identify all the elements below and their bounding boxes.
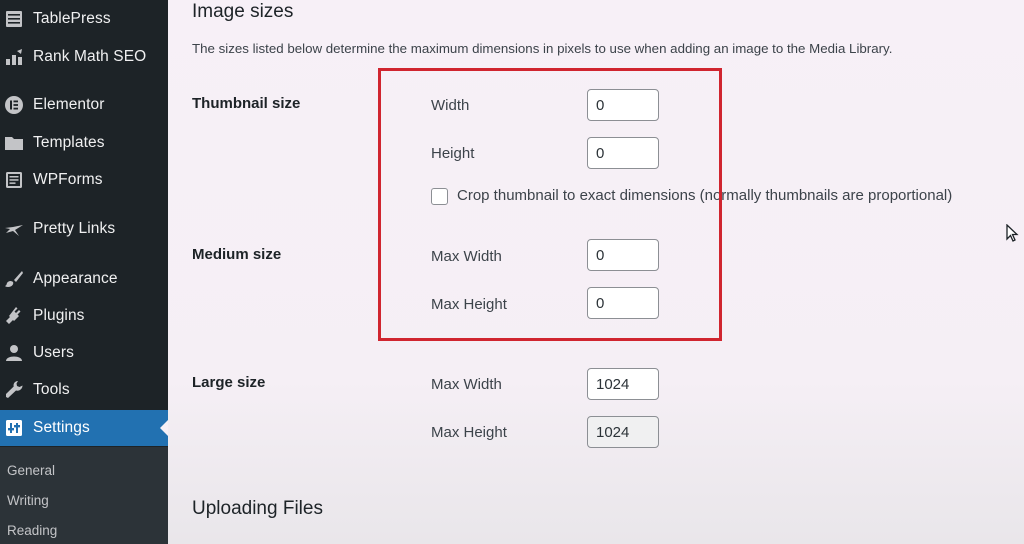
uploading-files-heading: Uploading Files [192, 498, 323, 519]
highlight-annotation-box [378, 68, 722, 341]
star-icon [3, 218, 25, 240]
sidebar-item-pretty-links[interactable]: Pretty Links [0, 211, 168, 247]
user-icon [3, 342, 25, 364]
sidebar-item-settings[interactable]: Settings [0, 410, 168, 446]
plug-icon [3, 305, 25, 327]
active-indicator-arrow [160, 420, 168, 436]
admin-sidebar: TablePress Rank Math SEO Elementor Templ… [0, 0, 168, 544]
wrench-icon [3, 379, 25, 401]
sidebar-item-label: Rank Math SEO [33, 48, 147, 65]
thumbnail-size-label: Thumbnail size [192, 95, 301, 112]
wpforms-icon [3, 169, 25, 191]
settings-main: Image sizes The sizes listed below deter… [168, 0, 1024, 544]
rank-math-icon [3, 46, 25, 68]
sidebar-item-label: Tools [33, 381, 70, 398]
mouse-cursor-icon [1006, 224, 1019, 242]
image-sizes-description: The sizes listed below determine the max… [192, 41, 893, 56]
sidebar-item-plugins[interactable]: Plugins [0, 298, 168, 334]
sidebar-item-label: Plugins [33, 307, 85, 324]
submenu-item-writing[interactable]: Writing [7, 493, 49, 508]
settings-icon [3, 417, 25, 439]
brush-icon [3, 268, 25, 290]
large-max-width-label: Max Width [431, 376, 502, 393]
table-icon [3, 8, 25, 30]
sidebar-item-label: Appearance [33, 270, 118, 287]
submenu-item-reading[interactable]: Reading [7, 523, 57, 538]
sidebar-item-label: WPForms [33, 171, 103, 188]
submenu-item-general[interactable]: General [7, 463, 55, 478]
sidebar-item-label: Settings [33, 419, 90, 436]
sidebar-item-elementor[interactable]: Elementor [0, 87, 168, 123]
sidebar-item-label: Pretty Links [33, 220, 116, 237]
medium-size-label: Medium size [192, 246, 282, 263]
large-max-height-input[interactable] [587, 416, 659, 448]
sidebar-item-users[interactable]: Users [0, 335, 168, 371]
sidebar-item-wpforms[interactable]: WPForms [0, 162, 168, 198]
sidebar-item-label: Templates [33, 134, 105, 151]
sidebar-item-templates[interactable]: Templates [0, 125, 168, 161]
sidebar-item-rank-math[interactable]: Rank Math SEO [0, 39, 168, 75]
sidebar-item-label: Users [33, 344, 74, 361]
large-size-label: Large size [192, 374, 266, 391]
elementor-icon [3, 94, 25, 116]
sidebar-item-label: TablePress [33, 10, 111, 27]
sidebar-item-appearance[interactable]: Appearance [0, 261, 168, 297]
image-sizes-heading: Image sizes [192, 1, 294, 22]
sidebar-item-tablepress[interactable]: TablePress [0, 1, 168, 37]
large-max-width-input[interactable] [587, 368, 659, 400]
sidebar-item-tools[interactable]: Tools [0, 372, 168, 408]
large-max-height-label: Max Height [431, 424, 507, 441]
sidebar-item-label: Elementor [33, 96, 105, 113]
folder-icon [3, 132, 25, 154]
settings-submenu: General Writing Reading [0, 447, 168, 544]
